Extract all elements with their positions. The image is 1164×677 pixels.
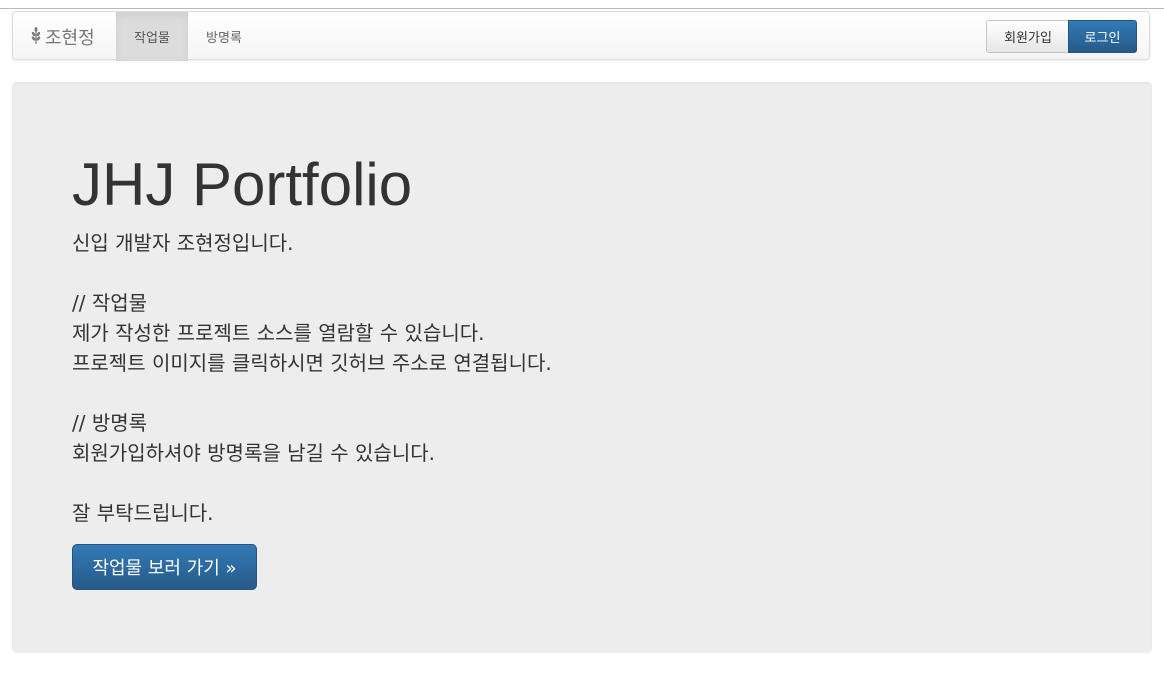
- guestbook-heading: // 방명록: [72, 411, 148, 435]
- tab-works[interactable]: 작업물: [116, 12, 188, 61]
- tab-guestbook-label: 방명록: [206, 31, 242, 46]
- navbar: 조현정 작업물 방명록 회원가입 로그인: [12, 11, 1150, 61]
- page-title: JHJ Portfolio: [72, 151, 413, 218]
- works-line-1: 제가 작성한 프로젝트 소스를 열람할 수 있습니다.: [72, 321, 485, 345]
- closing-text: 잘 부탁드립니다.: [72, 501, 214, 525]
- tab-works-label: 작업물: [134, 31, 170, 46]
- brand-link[interactable]: 조현정: [30, 12, 95, 61]
- login-button[interactable]: 로그인: [1068, 20, 1137, 53]
- signup-button[interactable]: 회원가입: [986, 20, 1069, 53]
- window-top-border: [0, 8, 1164, 9]
- view-works-button[interactable]: 작업물 보러 가기 »: [72, 544, 257, 590]
- login-button-label: 로그인: [1084, 31, 1121, 46]
- intro-text: 신입 개발자 조현정입니다.: [72, 231, 294, 255]
- tab-guestbook[interactable]: 방명록: [188, 12, 260, 61]
- guestbook-line: 회원가입하셔야 방명록을 남길 수 있습니다.: [72, 441, 435, 465]
- brand-name: 조현정: [45, 27, 95, 49]
- signup-button-label: 회원가입: [1004, 31, 1052, 46]
- jumbotron: JHJ Portfolio 신입 개발자 조현정입니다. // 작업물 제가 작…: [12, 82, 1152, 653]
- works-line-2: 프로젝트 이미지를 클릭하시면 깃허브 주소로 연결됩니다.: [72, 351, 552, 375]
- works-heading: // 작업물: [72, 291, 148, 315]
- view-works-button-label: 작업물 보러 가기 »: [92, 558, 237, 579]
- wheat-icon: [31, 26, 41, 44]
